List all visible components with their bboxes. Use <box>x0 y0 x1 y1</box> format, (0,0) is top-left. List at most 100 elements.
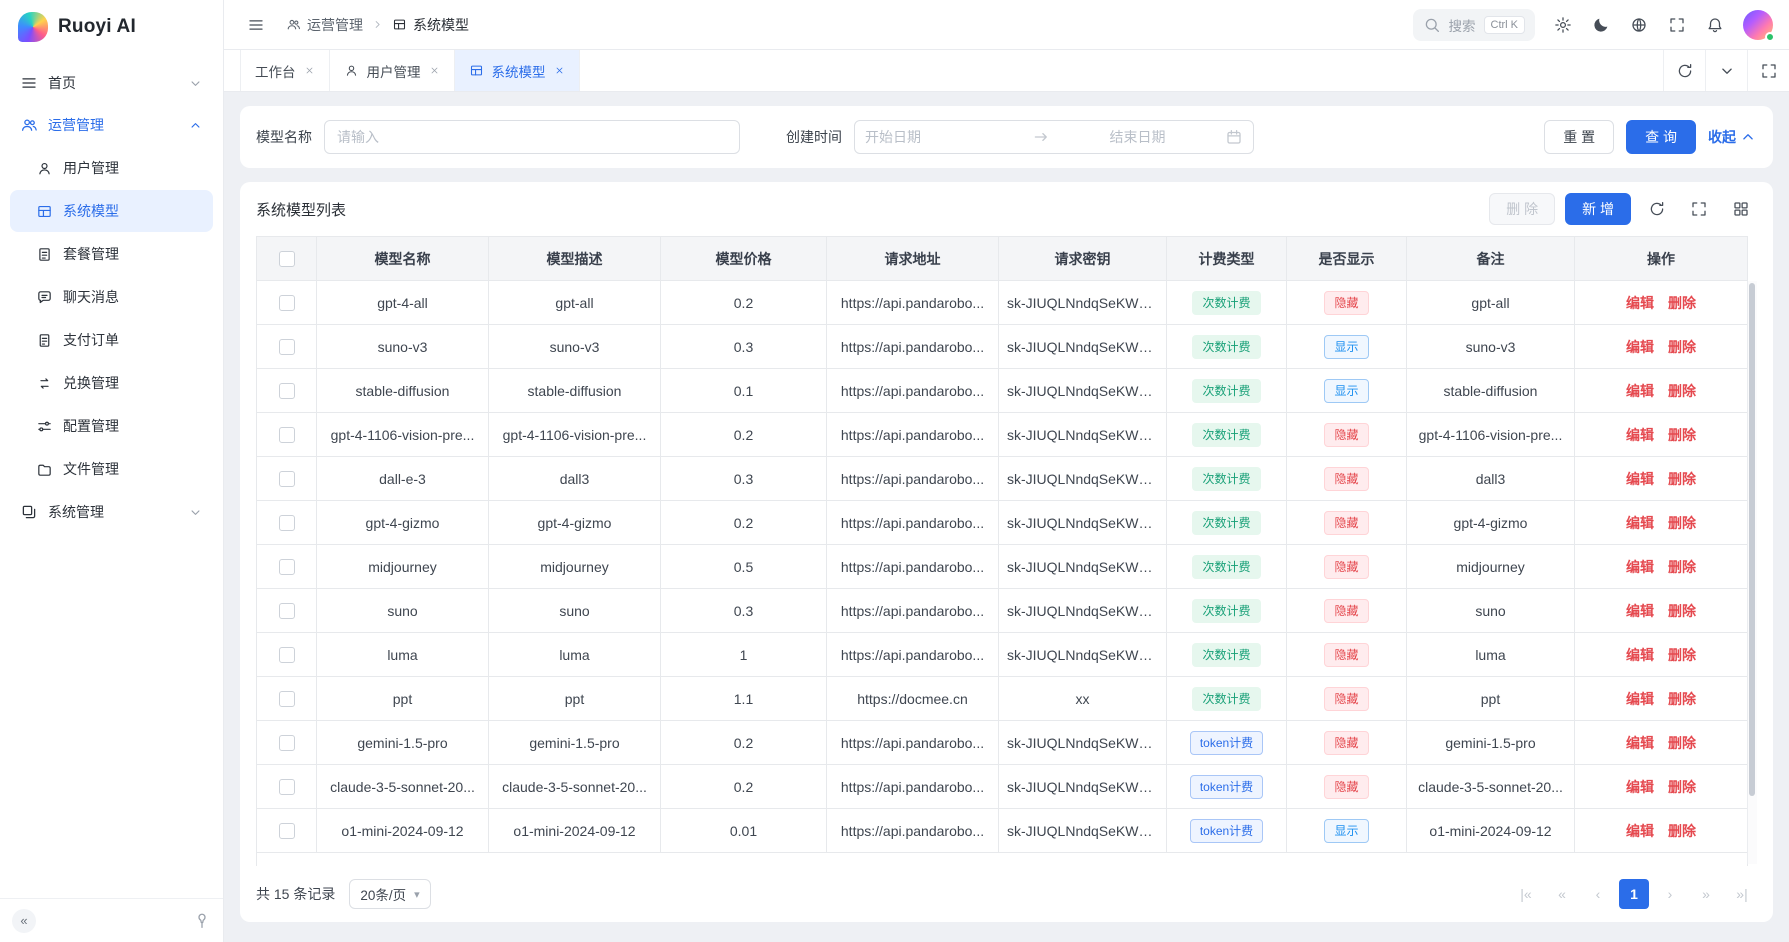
delete-link[interactable]: 删除 <box>1668 513 1696 533</box>
next-page-button[interactable]: › <box>1655 879 1685 909</box>
tab-system-model[interactable]: 系统模型 <box>455 50 580 91</box>
edit-link[interactable]: 编辑 <box>1626 293 1654 313</box>
tab-user-management[interactable]: 用户管理 <box>330 50 455 91</box>
delete-link[interactable]: 删除 <box>1668 777 1696 797</box>
add-button[interactable]: 新 增 <box>1565 193 1631 225</box>
delete-link[interactable]: 删除 <box>1668 337 1696 357</box>
column-settings-icon[interactable] <box>1725 193 1757 225</box>
edit-link[interactable]: 编辑 <box>1626 733 1654 753</box>
sidebar-item-user-management[interactable]: 用户管理 <box>10 147 213 189</box>
visibility-tag: 隐藏 <box>1324 467 1368 491</box>
sidebar-item-package-management[interactable]: 套餐管理 <box>10 233 213 275</box>
delete-link[interactable]: 删除 <box>1668 645 1696 665</box>
breadcrumb-item[interactable]: 运营管理 <box>286 15 363 35</box>
edit-link[interactable]: 编辑 <box>1626 469 1654 489</box>
scrollbar-thumb[interactable] <box>1749 283 1755 796</box>
edit-link[interactable]: 编辑 <box>1626 513 1654 533</box>
delete-link[interactable]: 删除 <box>1668 381 1696 401</box>
pin-icon[interactable] <box>193 912 211 930</box>
edit-link[interactable]: 编辑 <box>1626 601 1654 621</box>
select-all-checkbox[interactable] <box>279 251 295 267</box>
fullscreen-icon[interactable] <box>1661 9 1693 41</box>
delete-link[interactable]: 删除 <box>1668 469 1696 489</box>
edit-link[interactable]: 编辑 <box>1626 381 1654 401</box>
reset-button[interactable]: 重 置 <box>1544 120 1614 154</box>
first-page-button[interactable]: |« <box>1511 879 1541 909</box>
row-checkbox[interactable] <box>279 779 295 795</box>
sidebar-item-system-model[interactable]: 系统模型 <box>10 190 213 232</box>
row-checkbox[interactable] <box>279 691 295 707</box>
collapse-filter-link[interactable]: 收起 <box>1708 127 1757 147</box>
row-checkbox[interactable] <box>279 603 295 619</box>
refresh-page-icon[interactable] <box>1663 50 1705 91</box>
row-checkbox[interactable] <box>279 427 295 443</box>
sidebar-item-chat-messages[interactable]: 聊天消息 <box>10 276 213 318</box>
page-size-select[interactable]: 20条/页 ▾ <box>349 879 430 909</box>
delete-link[interactable]: 删除 <box>1668 821 1696 841</box>
edit-link[interactable]: 编辑 <box>1626 821 1654 841</box>
close-tab-icon[interactable] <box>429 65 440 76</box>
search-input[interactable]: 搜索 Ctrl K <box>1413 9 1536 41</box>
prev-page-button[interactable]: ‹ <box>1583 879 1613 909</box>
tab-workbench[interactable]: 工作台 <box>240 50 330 91</box>
delete-link[interactable]: 删除 <box>1668 601 1696 621</box>
delete-link[interactable]: 删除 <box>1668 557 1696 577</box>
settings-icon[interactable] <box>1547 9 1579 41</box>
row-checkbox[interactable] <box>279 559 295 575</box>
edit-link[interactable]: 编辑 <box>1626 337 1654 357</box>
table-row: gemini-1.5-progemini-1.5-pro0.2https://a… <box>257 721 1748 765</box>
current-page-button[interactable]: 1 <box>1619 879 1649 909</box>
edit-link[interactable]: 编辑 <box>1626 425 1654 445</box>
delete-link[interactable]: 删除 <box>1668 689 1696 709</box>
row-checkbox[interactable] <box>279 383 295 399</box>
notifications-icon[interactable] <box>1699 9 1731 41</box>
delete-link[interactable]: 删除 <box>1668 293 1696 313</box>
query-button[interactable]: 查 询 <box>1626 120 1696 154</box>
jump-backward-button[interactable]: « <box>1547 879 1577 909</box>
row-checkbox[interactable] <box>279 471 295 487</box>
sidebar-item-payment-orders[interactable]: 支付订单 <box>10 319 213 361</box>
row-checkbox[interactable] <box>279 735 295 751</box>
breadcrumb-item[interactable]: 系统模型 <box>392 15 469 35</box>
tabs-menu-icon[interactable] <box>1705 50 1747 91</box>
start-date-input[interactable]: 开始日期 <box>865 127 1024 147</box>
vertical-scrollbar[interactable] <box>1747 281 1757 864</box>
row-checkbox[interactable] <box>279 515 295 531</box>
close-tab-icon[interactable] <box>554 65 565 76</box>
language-icon[interactable] <box>1623 9 1655 41</box>
end-date-input[interactable]: 结束日期 <box>1058 127 1217 147</box>
sidebar-item-redeem-management[interactable]: 兑换管理 <box>10 362 213 404</box>
sidebar-group-operations[interactable]: 运营管理 <box>10 104 213 146</box>
menu-toggle-icon[interactable] <box>240 9 272 41</box>
brand[interactable]: Ruoyi AI <box>0 0 223 54</box>
sidebar-group-system-management[interactable]: 系统管理 <box>10 491 213 533</box>
edit-link[interactable]: 编辑 <box>1626 557 1654 577</box>
sidebar-group-home[interactable]: 首页 <box>10 62 213 104</box>
sidebar-item-file-management[interactable]: 文件管理 <box>10 448 213 490</box>
create-time-range-picker[interactable]: 开始日期 结束日期 <box>854 120 1254 154</box>
cell-remark: gpt-4-gizmo <box>1407 501 1575 545</box>
dark-mode-icon[interactable] <box>1585 9 1617 41</box>
cell-remark: luma <box>1407 633 1575 677</box>
row-checkbox[interactable] <box>279 295 295 311</box>
row-checkbox[interactable] <box>279 823 295 839</box>
sidebar-item-config-management[interactable]: 配置管理 <box>10 405 213 447</box>
table-fullscreen-icon[interactable] <box>1683 193 1715 225</box>
batch-delete-button[interactable]: 删 除 <box>1489 193 1555 225</box>
avatar[interactable] <box>1743 10 1773 40</box>
last-page-button[interactable]: »| <box>1727 879 1757 909</box>
row-checkbox[interactable] <box>279 339 295 355</box>
edit-link[interactable]: 编辑 <box>1626 777 1654 797</box>
topbar-actions: 搜索 Ctrl K <box>1413 9 1774 41</box>
collapse-sidebar-icon[interactable]: « <box>12 909 36 933</box>
edit-link[interactable]: 编辑 <box>1626 645 1654 665</box>
row-checkbox[interactable] <box>279 647 295 663</box>
delete-link[interactable]: 删除 <box>1668 733 1696 753</box>
close-tab-icon[interactable] <box>304 65 315 76</box>
delete-link[interactable]: 删除 <box>1668 425 1696 445</box>
content-fullscreen-icon[interactable] <box>1747 50 1789 91</box>
edit-link[interactable]: 编辑 <box>1626 689 1654 709</box>
refresh-table-icon[interactable] <box>1641 193 1673 225</box>
model-name-input[interactable] <box>324 120 740 154</box>
jump-forward-button[interactable]: » <box>1691 879 1721 909</box>
